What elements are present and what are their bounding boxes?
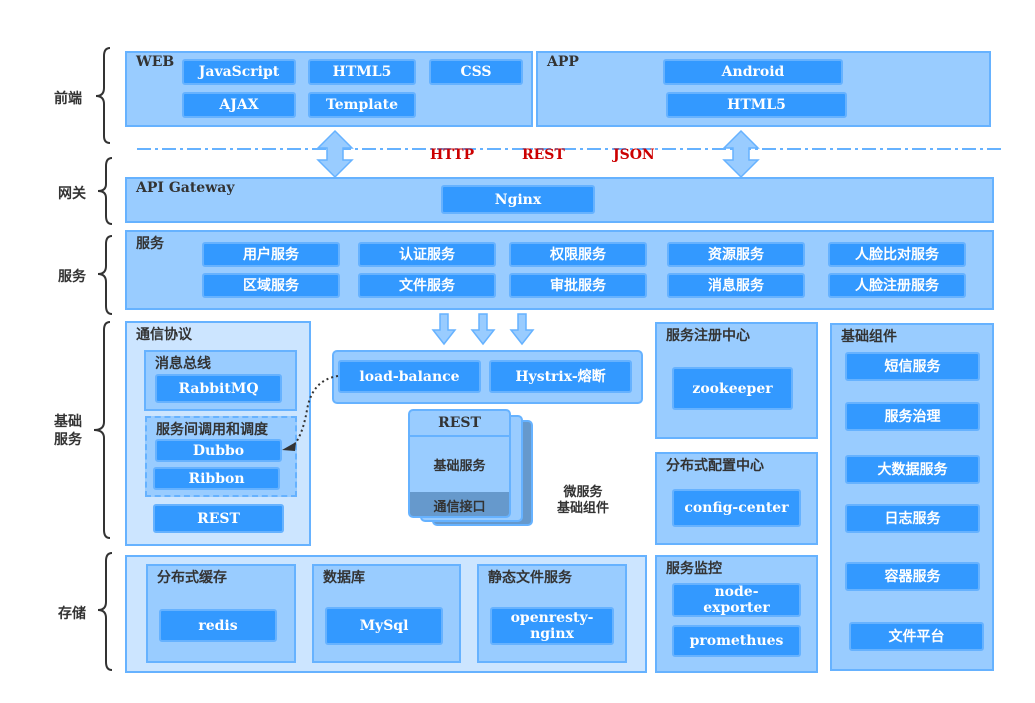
components-title: 基础组件 [841, 329, 897, 345]
arrowhead-icon [282, 442, 296, 451]
micro-card-header: REST [410, 411, 509, 437]
micro-card-front: REST 基础服务 通信接口 [408, 409, 511, 518]
component-chip[interactable]: 服务治理 [845, 402, 980, 431]
micro-caption: 微服务 基础组件 [556, 485, 609, 516]
zookeeper-chip[interactable]: zookeeper [672, 367, 793, 410]
component-chip[interactable]: 容器服务 [845, 562, 980, 591]
config-title: 分布式配置中心 [666, 458, 764, 474]
openresty-chip[interactable]: openresty-nginx [490, 607, 614, 645]
config-center-chip[interactable]: config-center [672, 489, 801, 527]
node-exporter-chip[interactable]: node-exporter [672, 583, 801, 617]
redis-chip[interactable]: redis [159, 609, 277, 642]
component-chip[interactable]: 大数据服务 [845, 455, 980, 484]
component-chip[interactable]: 文件平台 [849, 622, 984, 651]
db-title: 数据库 [323, 570, 365, 586]
component-chip[interactable]: 短信服务 [845, 352, 980, 381]
micro-card-footer: 通信接口 [410, 492, 509, 516]
promethues-chip[interactable]: promethues [672, 625, 801, 657]
monitor-title: 服务监控 [666, 561, 722, 577]
mysql-chip[interactable]: MySql [325, 607, 443, 645]
cache-title: 分布式缓存 [157, 570, 227, 586]
static-title: 静态文件服务 [488, 570, 572, 586]
component-chip[interactable]: 日志服务 [845, 504, 980, 533]
registry-title: 服务注册中心 [666, 328, 750, 344]
micro-card-body: 基础服务 [433, 459, 486, 474]
